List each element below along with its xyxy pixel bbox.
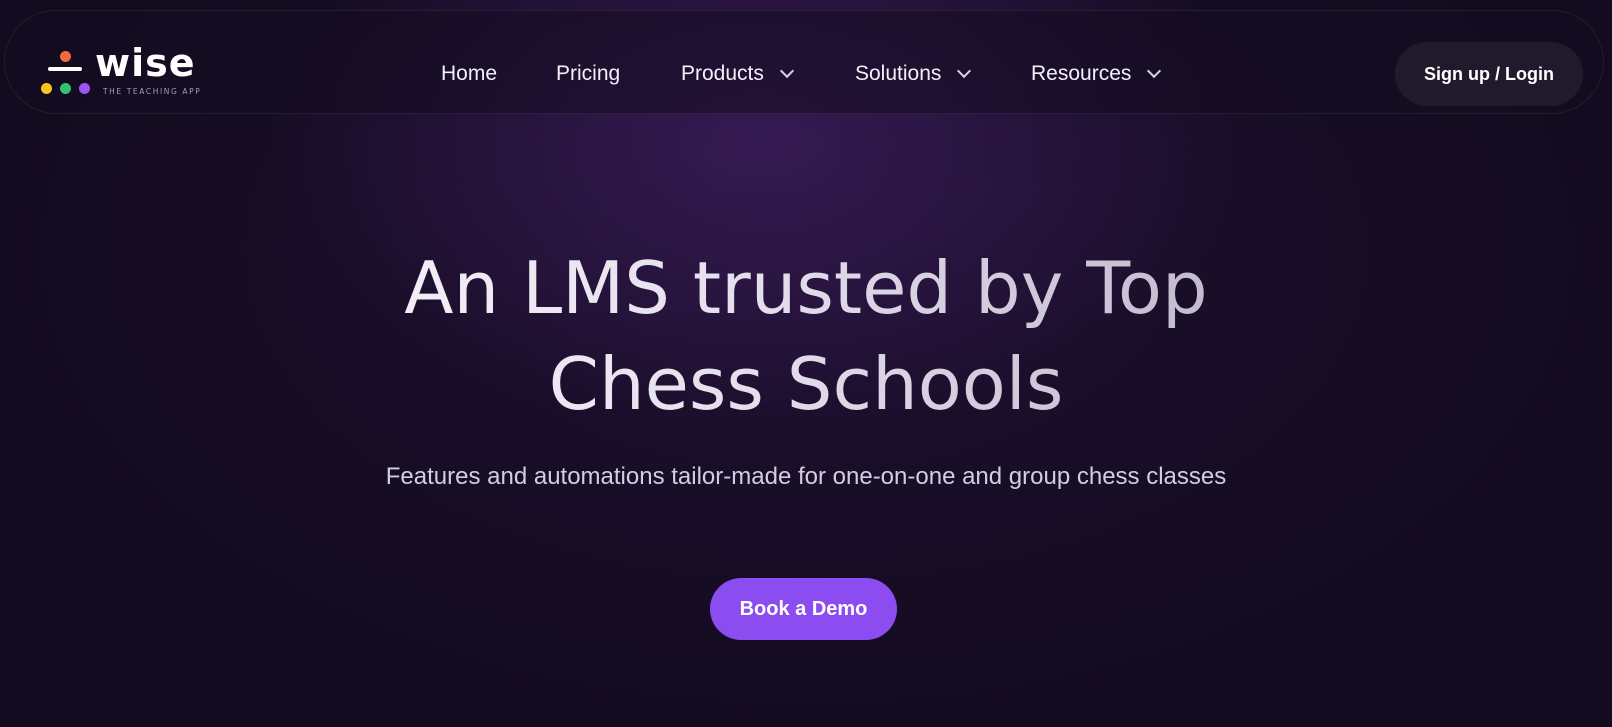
nav-products-label: Products xyxy=(681,62,764,85)
signup-login-button[interactable]: Sign up / Login xyxy=(1395,42,1583,106)
nav-pricing[interactable]: Pricing xyxy=(556,60,620,88)
logo-dot-green xyxy=(60,83,71,94)
logo-dot-purple xyxy=(79,83,90,94)
nav-products[interactable]: Products xyxy=(681,60,794,88)
hero-subtitle: Features and automations tailor-made for… xyxy=(385,463,1227,490)
logo-bar xyxy=(48,67,82,71)
hero-title: An LMS trusted by Top Chess Schools xyxy=(0,240,1612,432)
navbar: wise THE TEACHING APP Home Pricing Produ… xyxy=(4,10,1604,114)
logo-tagline: THE TEACHING APP xyxy=(103,87,202,96)
nav-home[interactable]: Home xyxy=(441,60,497,88)
logo-dot-yellow xyxy=(41,83,52,94)
logo-wordmark: wise xyxy=(95,41,196,85)
nav-solutions[interactable]: Solutions xyxy=(855,60,972,88)
nav-resources[interactable]: Resources xyxy=(1031,60,1162,88)
nav-home-label: Home xyxy=(441,62,498,85)
chevron-down-icon xyxy=(957,63,972,79)
nav-solutions-label: Solutions xyxy=(855,62,942,85)
nav-pricing-label: Pricing xyxy=(556,62,621,85)
logo-head-dot xyxy=(60,51,71,62)
hero-title-line-2: Chess Schools xyxy=(548,342,1064,426)
book-demo-button[interactable]: Book a Demo xyxy=(710,578,897,640)
nav-resources-label: Resources xyxy=(1031,62,1132,85)
chevron-down-icon xyxy=(779,63,794,79)
logo[interactable]: wise THE TEACHING APP xyxy=(41,41,221,101)
hero-title-line-1: An LMS trusted by Top xyxy=(404,246,1208,330)
chevron-down-icon xyxy=(1147,63,1162,79)
